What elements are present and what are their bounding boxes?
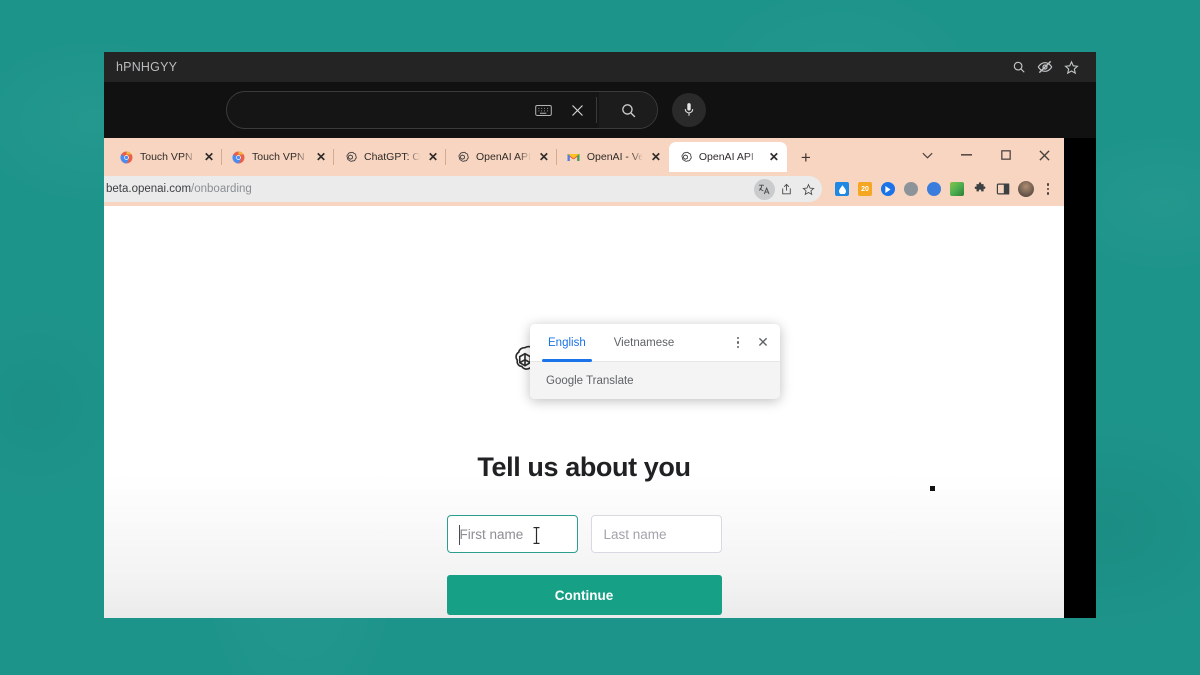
last-name-input[interactable]: Last name — [590, 515, 722, 553]
tab-title: OpenAI - Verif — [586, 151, 643, 163]
browser-tab[interactable]: OpenAI - Verif ✕ — [555, 142, 669, 172]
name-fields-row: First name Last name — [446, 515, 722, 553]
browser-tab[interactable]: OpenAI API ✕ — [445, 142, 557, 172]
browser-tab[interactable]: Touch VPN - S ✕ — [110, 142, 222, 172]
window-controls — [908, 138, 1064, 172]
extensions-row: 20 — [825, 178, 1058, 200]
search-submit-button[interactable] — [599, 92, 657, 128]
translate-tab-vietnamese[interactable]: Vietnamese — [600, 324, 689, 362]
chrome-favicon — [119, 150, 134, 165]
openai-favicon — [343, 150, 358, 165]
address-toolbar: beta.openai.com/onboarding 20 — [104, 172, 1064, 206]
url-text: beta.openai.com/onboarding — [106, 183, 252, 195]
url-path: /onboarding — [191, 183, 252, 195]
bookmark-star-icon[interactable] — [798, 179, 819, 200]
browser-tab-active[interactable]: OpenAI API ✕ — [668, 142, 787, 172]
omnibox-actions — [754, 178, 822, 200]
status-bar-title: hPNHGYY — [116, 60, 178, 74]
page-viewport: Tell us about you First name Last name C… — [104, 206, 1064, 618]
google-translate-popup: English Vietnamese ✕ Google Translate — [530, 324, 780, 399]
profile-avatar[interactable] — [1015, 178, 1037, 200]
tab-close-icon[interactable]: ✕ — [426, 150, 440, 164]
tab-strip: Touch VPN - S ✕ Touch VPN - S ✕ — [104, 138, 1064, 172]
first-name-placeholder: First name — [459, 526, 524, 542]
tab-search-chevron-down-icon[interactable] — [908, 138, 947, 172]
new-tab-button[interactable]: + — [793, 144, 819, 170]
tab-close-icon[interactable]: ✕ — [537, 150, 551, 164]
extension-cyan-icon[interactable] — [923, 178, 945, 200]
tab-title: ChatGPT: Opti — [364, 151, 420, 163]
device-frame: hPNHGYY Touch VPN ✕ Touch VPN ✕ ChatGPT:… — [104, 52, 1096, 618]
browser-tab[interactable]: ChatGPT: Opti ✕ — [333, 142, 446, 172]
device-search-toolbar — [104, 82, 1096, 138]
page-title: Tell us about you — [477, 452, 691, 482]
search-icon[interactable] — [1006, 56, 1032, 78]
gmail-favicon — [566, 150, 581, 165]
cursor-artifact — [930, 486, 935, 491]
continue-button[interactable]: Continue — [446, 575, 722, 615]
microphone-button[interactable] — [672, 93, 706, 127]
extension-green-icon[interactable] — [946, 178, 968, 200]
translate-language-tabs: English Vietnamese ✕ — [530, 324, 780, 362]
device-search-input[interactable] — [226, 91, 658, 129]
tab-title: OpenAI API — [698, 151, 754, 163]
clear-x-icon[interactable] — [560, 92, 594, 128]
browser-tab[interactable]: Touch VPN - S ✕ — [221, 142, 334, 172]
toolbar-divider — [596, 97, 597, 123]
star-icon[interactable] — [1058, 56, 1084, 78]
translate-close-icon[interactable]: ✕ — [750, 328, 776, 358]
tab-title: OpenAI API — [476, 151, 531, 163]
translate-icon[interactable] — [754, 178, 775, 200]
text-caret — [458, 525, 460, 545]
tab-close-icon[interactable]: ✕ — [314, 150, 328, 164]
translate-footer-label: Google Translate — [530, 362, 780, 399]
translate-more-options-icon[interactable] — [726, 328, 750, 358]
keyboard-icon[interactable] — [526, 92, 560, 128]
extension-video-icon[interactable] — [877, 178, 899, 200]
onboarding-form: Tell us about you First name Last name C… — [104, 452, 1064, 618]
url-host: beta.openai.com — [106, 183, 192, 195]
extension-gray-icon[interactable] — [900, 178, 922, 200]
close-window-button[interactable] — [1025, 138, 1064, 172]
last-name-placeholder: Last name — [603, 526, 667, 542]
mouse-text-cursor — [532, 526, 541, 545]
extension-orange-icon[interactable]: 20 — [854, 178, 876, 200]
extension-sidepanel-icon[interactable] — [992, 178, 1014, 200]
address-bar[interactable]: beta.openai.com/onboarding — [104, 176, 822, 202]
minimize-button[interactable] — [947, 138, 986, 172]
tab-close-icon[interactable]: ✕ — [202, 150, 216, 164]
first-name-input[interactable]: First name — [446, 515, 578, 553]
device-right-gutter — [1064, 138, 1096, 618]
browser-window: Touch VPN - S ✕ Touch VPN - S ✕ — [104, 138, 1064, 618]
openai-favicon — [678, 150, 693, 165]
eye-slash-icon[interactable] — [1032, 56, 1058, 78]
chrome-menu-icon[interactable] — [1038, 178, 1058, 200]
translate-tab-english[interactable]: English — [534, 324, 600, 362]
tab-close-icon[interactable]: ✕ — [767, 150, 781, 164]
tab-close-icon[interactable]: ✕ — [649, 150, 663, 164]
tab-title: Touch VPN - S — [140, 151, 196, 163]
system-status-bar: hPNHGYY — [104, 52, 1096, 82]
chrome-favicon — [231, 150, 246, 165]
openai-favicon — [455, 150, 470, 165]
extension-blue-icon[interactable] — [831, 178, 853, 200]
share-icon[interactable] — [776, 179, 797, 200]
maximize-button[interactable] — [986, 138, 1025, 172]
tab-title: Touch VPN - S — [252, 151, 308, 163]
extension-puzzle-icon[interactable] — [969, 178, 991, 200]
